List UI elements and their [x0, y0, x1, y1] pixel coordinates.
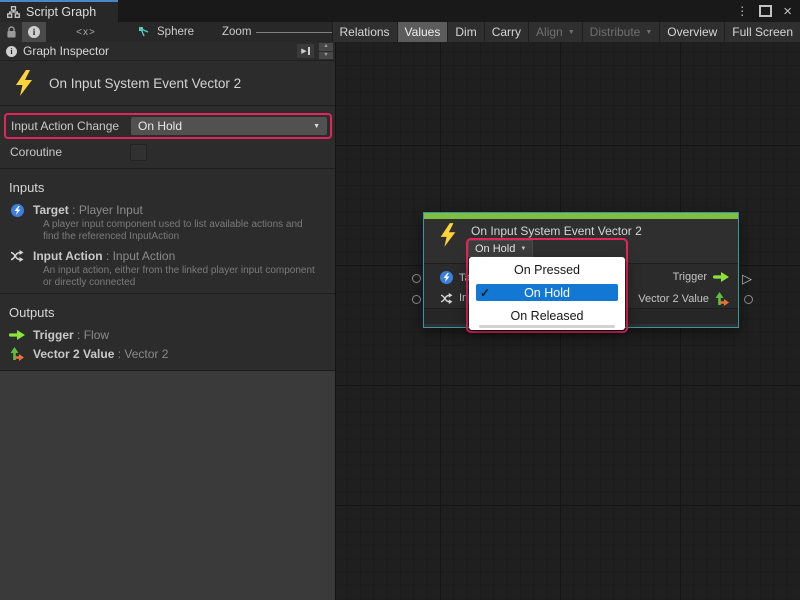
lock-icon [6, 26, 17, 39]
menu-item-on-released[interactable]: On Released [469, 304, 625, 327]
inspector-node-title: On Input System Event Vector 2 [49, 76, 241, 91]
overview-button[interactable]: Overview [659, 22, 724, 42]
graph-toolbar: i <x> Sphere Zoom 1x Relations Values Di… [0, 22, 800, 43]
graph-inspector-header: i Graph Inspector ▶ [0, 42, 335, 61]
target-input-port[interactable] [412, 274, 421, 283]
node-port-trigger[interactable]: Trigger [673, 271, 729, 283]
distribute-button[interactable]: Distribute▼ [582, 22, 660, 42]
fullscreen-button[interactable]: Full Screen [724, 22, 800, 42]
node-summary: On Input System Event Vector 2 [0, 61, 335, 106]
inspector-body: On Input System Event Vector 2 Input Act… [0, 61, 335, 371]
tab-label: Script Graph [26, 5, 96, 19]
player-input-icon [440, 271, 453, 284]
window-menu-icon[interactable]: ⋮ [736, 5, 748, 17]
caret-down-icon: ▼ [645, 29, 652, 36]
align-button[interactable]: Align▼ [528, 22, 582, 42]
action-menu-highlight: On Pressed ✓ On Hold On Released [466, 238, 628, 333]
tab-script-graph[interactable]: Script Graph [0, 0, 118, 22]
dim-button[interactable]: Dim [447, 22, 483, 42]
graph-hierarchy-icon [7, 6, 20, 18]
info-icon: i [28, 26, 40, 38]
output-vector2-item: Vector 2 Value : Vector 2 [0, 344, 335, 361]
graph-canvas[interactable]: ▷ On Input System Event Vector 2 On Hold… [336, 42, 800, 600]
menu-item-on-hold[interactable]: ✓ On Hold [469, 281, 625, 304]
coroutine-checkbox[interactable] [130, 144, 147, 161]
values-button[interactable]: Values [397, 22, 448, 42]
action-menu: On Pressed ✓ On Hold On Released [469, 257, 625, 330]
trigger-output-port[interactable]: ▷ [742, 272, 752, 285]
caret-down-icon: ▼ [313, 123, 320, 130]
menu-item-on-pressed[interactable]: On Pressed [469, 258, 625, 281]
input-action-item: Input Action : Input Action An input act… [0, 246, 335, 288]
graph-context-label[interactable]: Sphere [157, 26, 194, 38]
relations-button[interactable]: Relations [332, 22, 397, 42]
vector2-icon [715, 292, 729, 306]
carry-button[interactable]: Carry [484, 22, 528, 42]
graph-inspector-panel: i Graph Inspector ▶ ▲ ▼ On Input System … [0, 42, 336, 600]
input-action-description: An input action, either from the linked … [43, 265, 315, 288]
window-titlebar: Script Graph ⋮ × [0, 0, 800, 22]
node-port-vector2-value[interactable]: Vector 2 Value [638, 292, 729, 306]
input-action-change-dropdown[interactable]: On Hold ▼ [131, 117, 327, 135]
code-preview-button[interactable]: <x> [62, 22, 110, 42]
check-icon: ✓ [480, 286, 490, 300]
caret-down-icon: ▼ [568, 29, 575, 36]
graph-context-icon [138, 26, 151, 39]
lightning-bolt-icon [13, 69, 35, 97]
maximize-icon[interactable] [759, 5, 772, 17]
outputs-section-title: Outputs [0, 294, 335, 325]
coroutine-label: Coroutine [10, 145, 130, 159]
flow-arrow-icon [713, 272, 729, 282]
output-trigger-item: Trigger : Flow [0, 325, 335, 342]
player-input-icon [9, 203, 25, 217]
coroutine-row: Coroutine [0, 141, 335, 163]
lock-button[interactable] [0, 22, 22, 42]
flow-arrow-icon [9, 328, 25, 342]
input-action-input-port[interactable] [412, 295, 421, 304]
panel-expand-button[interactable]: ▶ [297, 44, 314, 58]
input-action-change-label: Input Action Change [11, 119, 131, 133]
inputs-section-title: Inputs [0, 169, 335, 200]
input-target-description: A player input component used to list av… [43, 219, 315, 242]
input-action-icon [9, 249, 25, 263]
node-title: On Input System Event Vector 2 [471, 224, 642, 238]
input-action-change-row-highlight: Input Action Change On Hold ▼ [4, 113, 332, 139]
graph-inspector-title: Graph Inspector [23, 44, 109, 58]
close-icon[interactable]: × [783, 4, 792, 19]
zoom-label: Zoom [222, 22, 251, 42]
scroll-up-button[interactable]: ▲ [319, 43, 333, 51]
info-icon: i [6, 46, 17, 57]
input-action-icon [440, 293, 453, 304]
lightning-bolt-icon [438, 222, 458, 248]
inspector-toggle-button[interactable]: i [22, 22, 46, 42]
code-icon: <x> [76, 27, 96, 38]
vector2-icon [9, 347, 25, 361]
scroll-down-button[interactable]: ▼ [319, 52, 333, 60]
vector2-output-port[interactable] [744, 295, 753, 304]
input-target-item: Target : Player Input A player input com… [0, 200, 335, 242]
play-icon: ▶ [301, 48, 306, 55]
menu-scrollbar[interactable] [479, 325, 615, 328]
